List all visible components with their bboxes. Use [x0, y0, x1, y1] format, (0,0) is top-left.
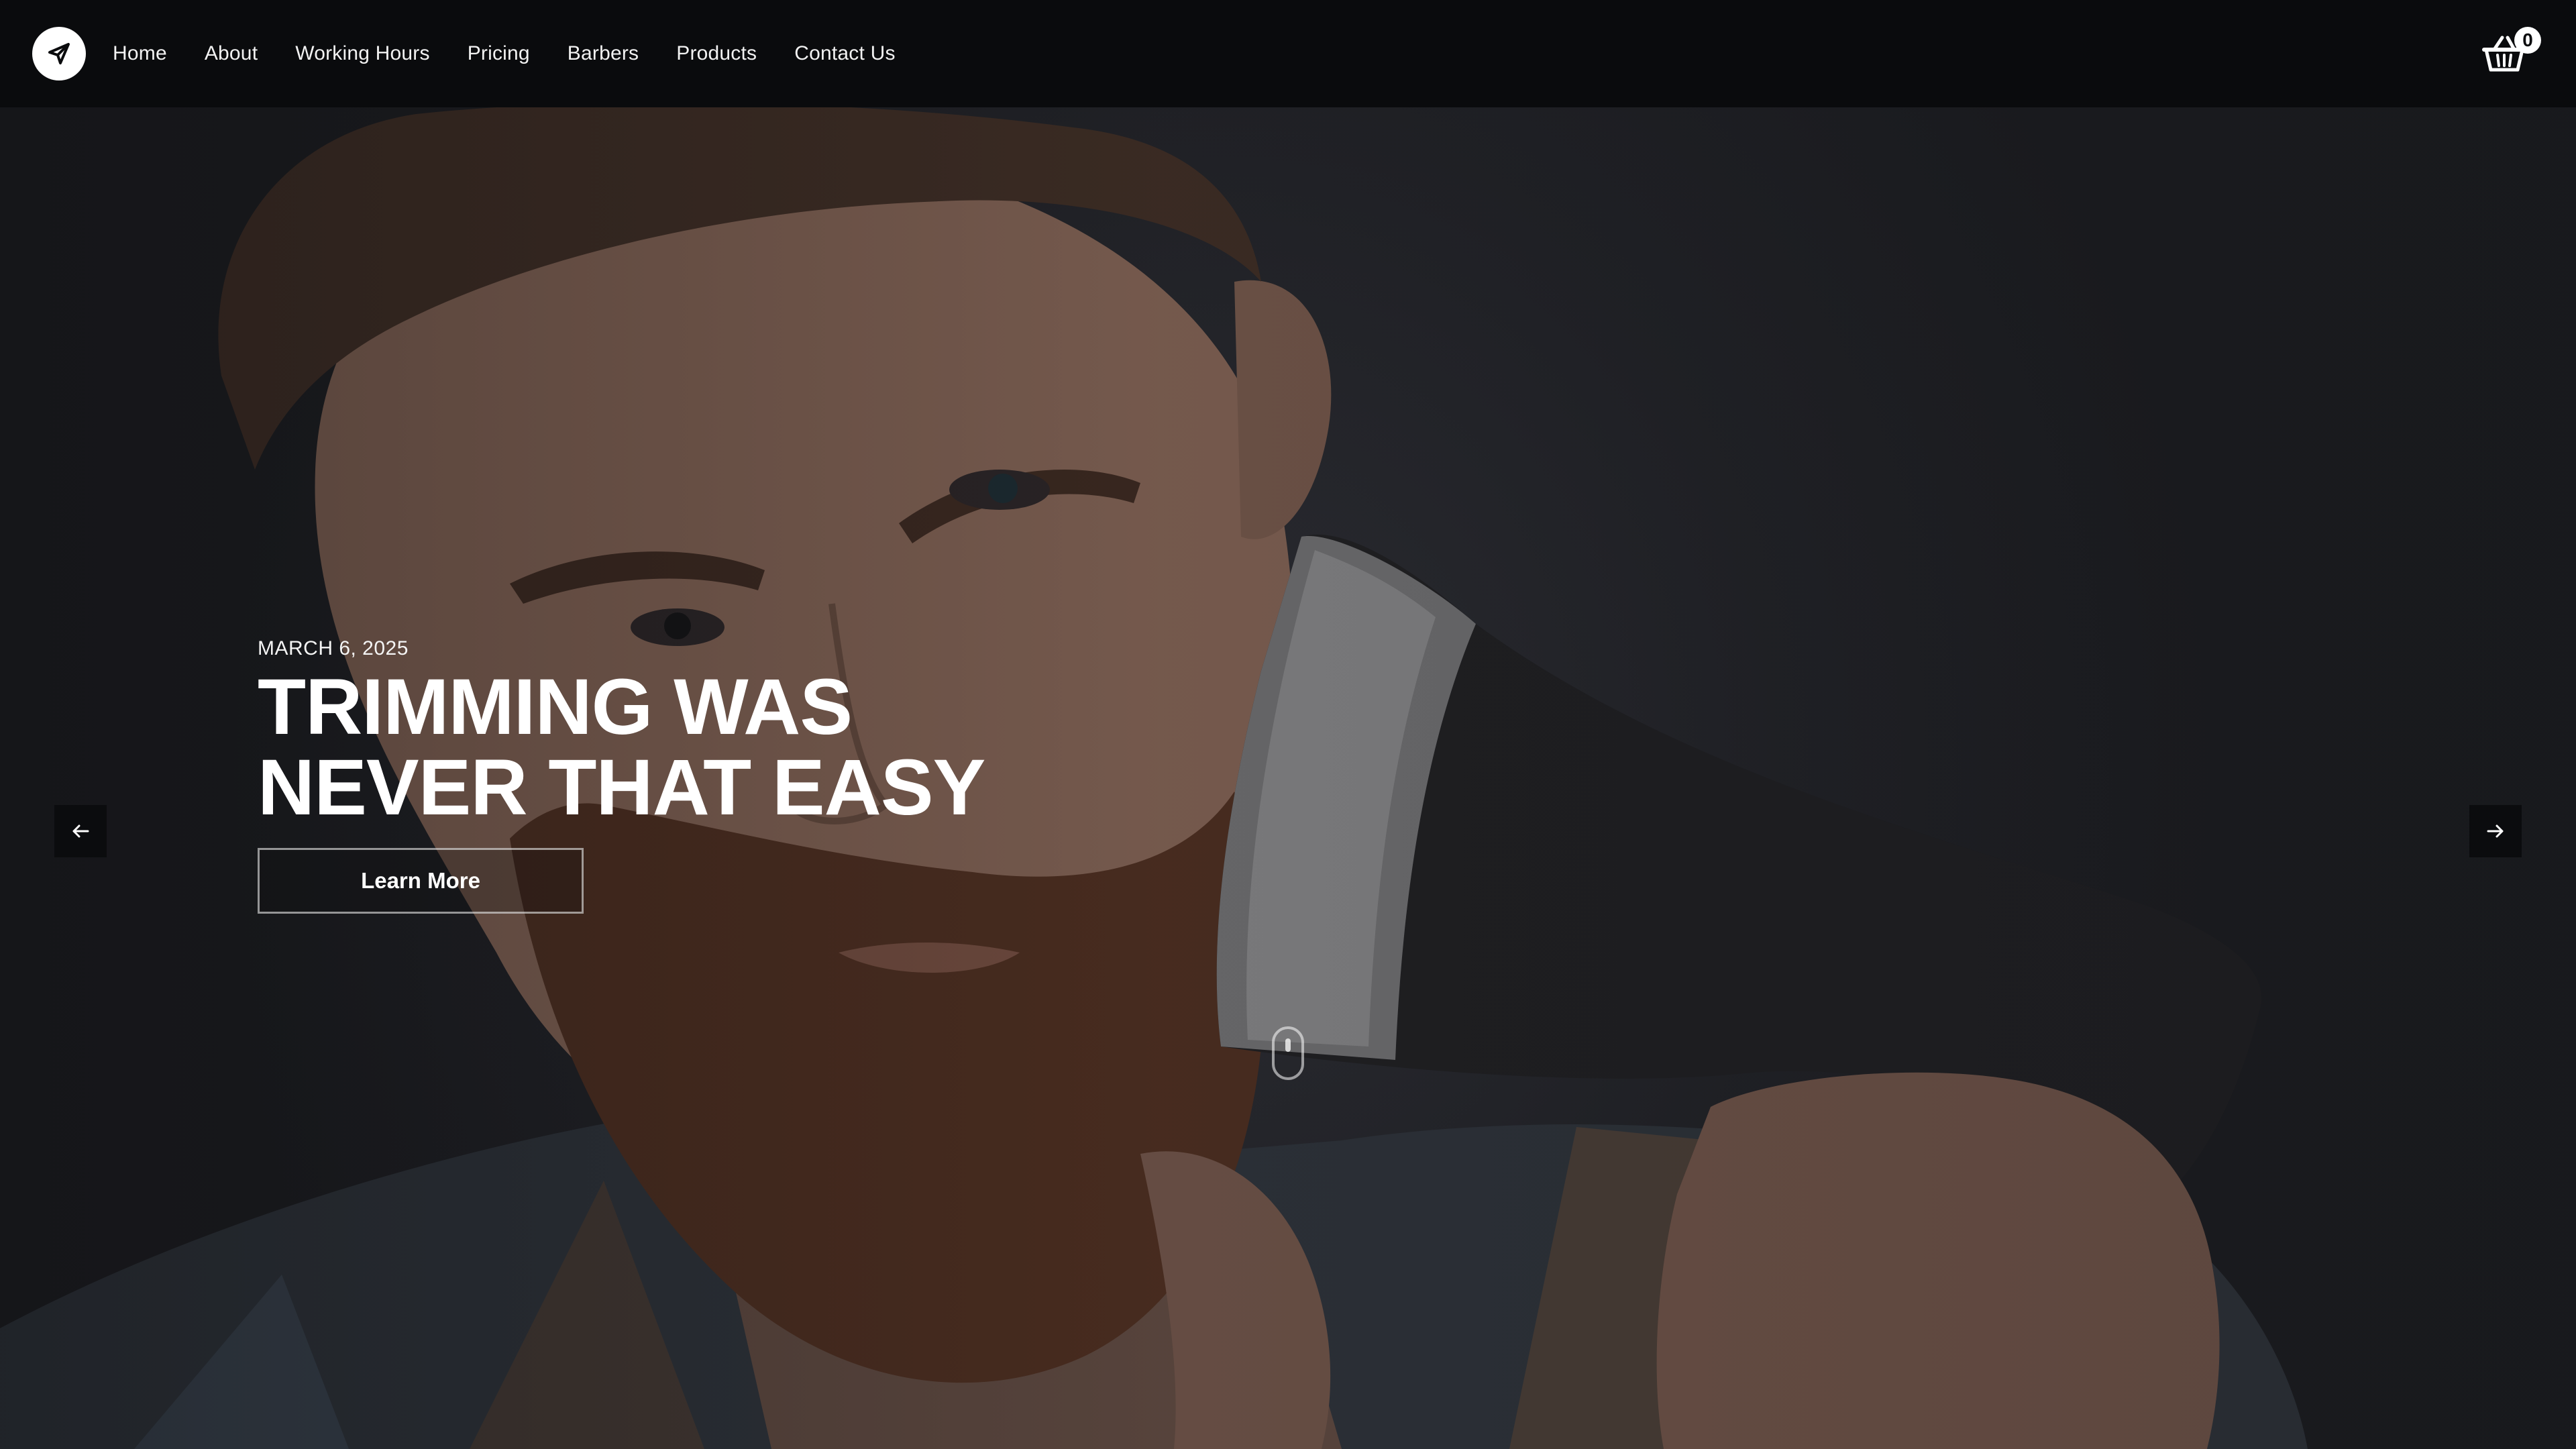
top-navbar: Home About Working Hours Pricing Barbers… — [0, 0, 2576, 107]
slide-date: MARCH 6, 2025 — [258, 637, 409, 659]
slide-title-line-2: NEVER THAT EASY — [258, 743, 985, 832]
mouse-scroll-icon[interactable] — [1272, 1026, 1304, 1080]
cart-button[interactable]: 0 — [2481, 27, 2541, 80]
scroll-wheel — [1285, 1038, 1291, 1052]
slide-title: TRIMMING WAS NEVER THAT EASY — [258, 667, 1264, 828]
nav-item-working-hours[interactable]: Working Hours — [295, 42, 429, 65]
logo[interactable] — [32, 27, 86, 80]
learn-more-button[interactable]: Learn More — [258, 848, 584, 914]
hero-slide-content: MARCH 6, 2025 TRIMMING WAS NEVER THAT EA… — [258, 637, 1264, 914]
nav-item-contact-us[interactable]: Contact Us — [794, 42, 895, 65]
slider-prev-button[interactable] — [54, 805, 107, 857]
page: Home About Working Hours Pricing Barbers… — [0, 0, 2576, 1449]
nav-menu: Home About Working Hours Pricing Barbers… — [113, 42, 933, 65]
slider-next-button[interactable] — [2469, 805, 2522, 857]
nav-item-barbers[interactable]: Barbers — [568, 42, 639, 65]
cart-count-badge: 0 — [2514, 27, 2541, 54]
nav-item-home[interactable]: Home — [113, 42, 167, 65]
nav-item-pricing[interactable]: Pricing — [468, 42, 530, 65]
nav-item-products[interactable]: Products — [676, 42, 757, 65]
arrow-left-icon — [72, 824, 89, 838]
nav-item-about[interactable]: About — [205, 42, 258, 65]
paper-plane-icon — [48, 43, 70, 64]
slide-title-line-1: TRIMMING WAS — [258, 663, 853, 751]
arrow-right-icon — [2487, 824, 2504, 838]
